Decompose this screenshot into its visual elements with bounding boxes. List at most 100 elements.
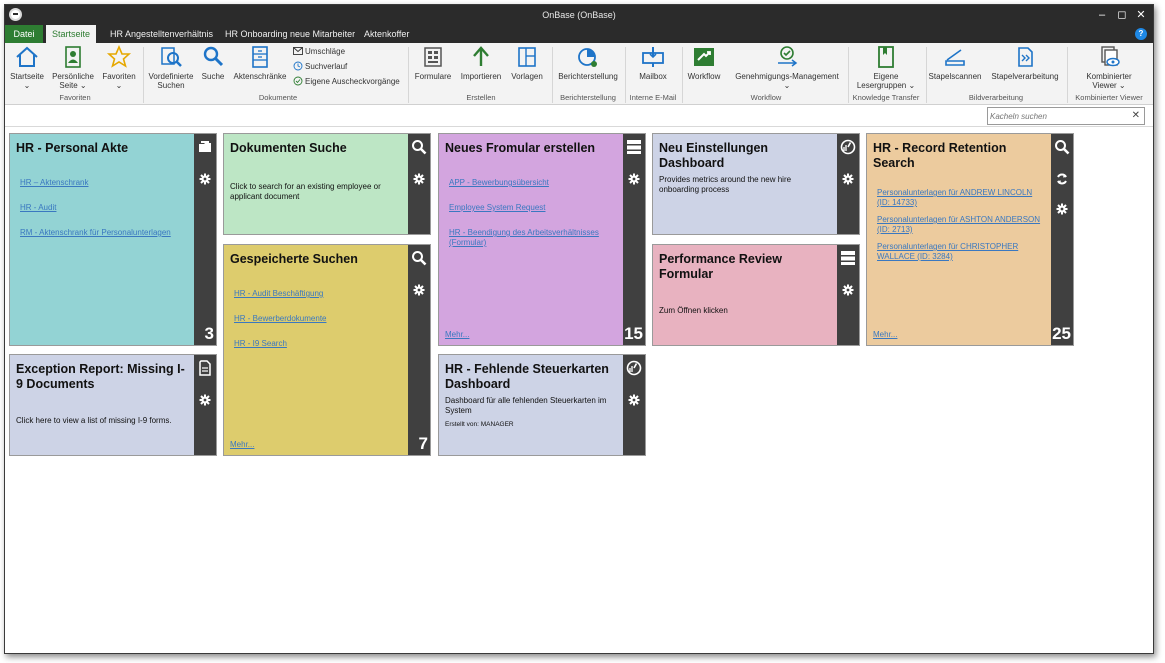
berichterstellung-button[interactable]: Berichterstellung [554,45,622,81]
tile-hr-record-retention-search[interactable]: HR - Record Retention Search Personalunt… [866,133,1074,346]
star-icon [106,45,132,68]
workflow-button[interactable]: Workflow [685,45,723,81]
tile-sidebar [408,134,430,234]
genehmigungs-management-button[interactable]: Genehmigungs-Management ⌄ [729,45,845,90]
maximize-button[interactable]: ◻ [1113,7,1131,23]
history-clock-icon [293,61,303,71]
tab-startseite[interactable]: Startseite [46,25,97,43]
tile-neu-einstellungen-dashboard[interactable]: Neu Einstellungen Dashboard Provides met… [652,133,860,235]
dashboard-gauge-icon[interactable] [840,139,856,155]
search-icon[interactable] [411,139,427,155]
suche-button[interactable]: Suche [199,45,227,81]
tab-datei[interactable]: Datei [5,25,43,43]
kombinierter-viewer-button[interactable]: Kombinierter Viewer ⌄ [1071,45,1147,90]
search-icon [203,46,224,67]
tile-link[interactable]: HR - I9 Search [234,339,402,349]
startseite-button[interactable]: Startseite ⌄ [7,45,47,90]
mailbox-button[interactable]: Mailbox [629,45,677,81]
minimize-button[interactable]: – [1093,7,1111,23]
tile-hr-fehlende-steuerkarten-dashboard[interactable]: HR - Fehlende Steuerkarten Dashboard Das… [438,354,646,456]
form-list-icon[interactable] [840,250,856,266]
tile-link[interactable]: Personalunterlagen für CHRISTOPHER WALLA… [877,242,1045,262]
vordefinierte-suchen-button[interactable]: Vordefinierte Suchen [145,45,197,90]
tile-link[interactable]: RM - Aktenschrank für Personalunterlagen [20,228,188,238]
close-button[interactable]: ✕ [1132,7,1150,23]
gear-icon[interactable] [412,283,426,297]
gear-icon[interactable] [627,393,641,407]
chevron-down-icon: ⌄ [1118,81,1126,90]
eigene-lesergruppen-button[interactable]: Eigene Lesergruppen ⌄ [851,45,921,90]
tile-more-link[interactable]: Mehr... [873,330,897,339]
document-icon[interactable] [197,360,213,376]
tile-link[interactable]: HR - Audit Beschäftigung [234,289,402,299]
folder-cabinet-icon[interactable] [197,139,213,155]
tile-link[interactable]: Employee System Request [449,203,617,213]
tile-sidebar: 15 [623,134,645,345]
approval-icon [778,46,798,67]
tile-exception-report[interactable]: Exception Report: Missing I-9 Documents … [9,354,217,456]
persoenliche-seite-button[interactable]: Persönliche Seite ⌄ [49,45,97,90]
clear-search-icon[interactable]: ✕ [1132,110,1140,122]
tile-link[interactable]: APP - Bewerbungsübersicht [449,178,617,188]
ausgecheckt-button[interactable]: Eigene Auscheckvorgänge [293,76,400,88]
search-icon[interactable] [1054,139,1070,155]
tile-link[interactable]: HR - Audit [20,203,188,213]
formulare-button[interactable]: Formulare [411,45,455,81]
gear-icon[interactable] [198,393,212,407]
form-list-icon[interactable] [626,139,642,155]
tile-title: Gespeicherte Suchen [230,252,358,266]
suchverlauf-label: Suchverlauf [305,62,348,71]
suchverlauf-button[interactable]: Suchverlauf [293,61,347,73]
tile-neues-formular-erstellen[interactable]: Neues Fromular erstellen APP - Bewerbung… [438,133,646,346]
viewer-label: Viewer [1092,81,1117,90]
tile-description: Dashboard für alle fehlenden Steuerkarte… [445,396,607,415]
tile-title: Neu Einstellungen Dashboard [659,141,769,170]
tab-hr-onboarding[interactable]: HR Onboarding neue Mitarbeiter [219,25,361,43]
startseite-label: Startseite [10,72,44,81]
tile-hr-personal-akte[interactable]: HR - Personal Akte HR – Aktenschrank HR … [9,133,217,346]
tile-count: 15 [624,324,643,343]
tile-link[interactable]: Personalunterlagen für ASHTON ANDERSON (… [877,215,1045,235]
tab-hr-angestelltenverhaeltnis[interactable]: HR Angestelltenverhältnis [104,25,219,43]
tile-more-link[interactable]: Mehr... [445,330,469,339]
umschlaege-button[interactable]: Umschläge [293,46,345,58]
tile-gespeicherte-suchen[interactable]: Gespeicherte Suchen HR - Audit Beschäfti… [223,244,431,456]
tile-title: Performance Review Formular [659,252,782,281]
tile-more-link[interactable]: Mehr... [230,440,254,449]
gear-icon[interactable] [841,283,855,297]
refresh-icon[interactable] [1055,172,1069,186]
tile-link[interactable]: HR - Bewerberdokumente [234,314,402,324]
checkout-icon [293,76,303,86]
gear-icon[interactable] [627,172,641,186]
import-arrow-icon [473,46,489,66]
vorlagen-button[interactable]: Vorlagen [507,45,547,81]
tile-description: Zum Öffnen klicken [659,306,728,315]
aktenschraenke-button[interactable]: Aktenschränke [231,45,289,81]
suchen-label: Suchen [157,81,185,90]
gear-icon[interactable] [841,172,855,186]
tile-link[interactable]: HR – Aktenschrank [20,178,188,188]
tab-aktenkoffer[interactable]: Aktenkoffer [358,25,415,43]
gear-icon[interactable] [1055,202,1069,216]
formulare-label: Formulare [414,72,452,81]
gear-icon[interactable] [198,172,212,186]
stapelverarbeitung-button[interactable]: Stapelverarbeitung [987,45,1063,81]
tile-dokumenten-suche[interactable]: Dokumenten Suche Click to search for an … [223,133,431,235]
help-icon[interactable]: ? [1135,28,1147,40]
tile-search-input[interactable] [990,109,1126,123]
tile-link[interactable]: Personalunterlagen für ANDREW LINCOLN (I… [877,188,1045,208]
tile-link[interactable]: HR - Beendigung des Arbeitsverhältnisses… [449,228,617,248]
gear-icon[interactable] [412,172,426,186]
stapelscannen-button[interactable]: Stapelscannen [927,45,983,81]
search-icon[interactable] [411,250,427,266]
importieren-button[interactable]: Importieren [457,45,505,81]
favoriten-button[interactable]: Favoriten ⌄ [99,45,139,90]
tile-title: HR - Fehlende Steuerkarten Dashboard [445,362,609,391]
home-icon [16,46,38,67]
dashboard-gauge-icon[interactable] [626,360,642,376]
tile-performance-review-formular[interactable]: Performance Review Formular Zum Öffnen k… [652,244,860,346]
tile-description: Provides metrics around the new hire onb… [659,175,792,194]
tile-title: HR - Record Retention Search [873,141,1007,170]
tile-title: Neues Fromular erstellen [445,141,596,155]
vorlagen-label: Vorlagen [511,72,543,81]
